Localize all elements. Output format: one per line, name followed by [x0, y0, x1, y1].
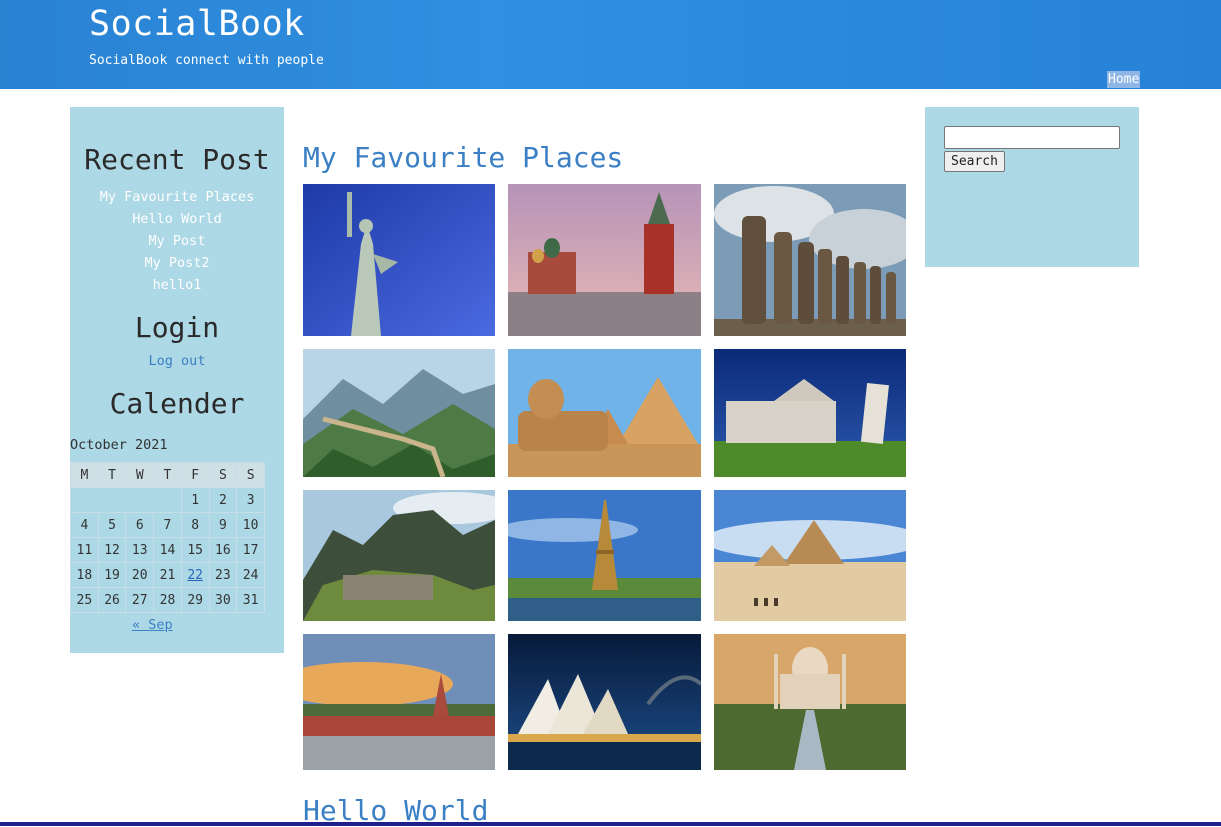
recent-post-link[interactable]: My Post	[70, 230, 284, 252]
site-tagline: SocialBook connect with people	[89, 53, 324, 68]
calendar-day: 7	[153, 512, 182, 538]
recent-post-link[interactable]: My Post2	[70, 252, 284, 274]
weekday-header: S	[208, 462, 238, 488]
great-sphinx-giza-photo[interactable]	[508, 349, 701, 477]
calendar-day: 14	[153, 537, 182, 563]
calendar-day: 31	[236, 587, 265, 613]
recent-post-heading: Recent Post	[84, 143, 270, 176]
calendar-day: 8	[180, 512, 210, 538]
calendar-day: 4	[70, 512, 99, 538]
calendar-day: 19	[97, 562, 127, 588]
statue-of-liberty-photo[interactable]	[303, 184, 495, 336]
weekday-header: T	[153, 462, 182, 488]
recent-post-link[interactable]: My Favourite Places	[70, 186, 284, 208]
bottom-bar	[0, 822, 1221, 826]
calendar-day-link[interactable]: 22	[187, 568, 203, 583]
machu-picchu-photo[interactable]	[303, 490, 495, 621]
calendar-day: 27	[125, 587, 155, 613]
calendar-heading: Calender	[109, 387, 245, 420]
calendar-day: 20	[125, 562, 155, 588]
left-sidebar: Recent Post My Favourite Places Hello Wo…	[70, 107, 284, 653]
calendar-day: 30	[208, 587, 238, 613]
calendar-day: 17	[236, 537, 265, 563]
calendar-day: 3	[236, 487, 265, 513]
calendar-day: 1	[180, 487, 210, 513]
recent-post-link[interactable]: Hello World	[70, 208, 284, 230]
calendar-day: 2	[208, 487, 238, 513]
calendar-day: 24	[236, 562, 265, 588]
eiffel-tower-photo[interactable]	[508, 490, 701, 621]
great-wall-china-photo[interactable]	[303, 349, 495, 477]
easter-island-moai-photo[interactable]	[714, 184, 906, 336]
calendar-day: 13	[125, 537, 155, 563]
calendar-day: 25	[70, 587, 99, 613]
kremlin-riverside-photo[interactable]	[303, 634, 495, 770]
calendar-day: 5	[97, 512, 127, 538]
weekday-header: F	[180, 462, 210, 488]
weekday-header: T	[97, 462, 127, 488]
calendar-day: 10	[236, 512, 265, 538]
calendar-prev-month-link[interactable]: « Sep	[132, 617, 173, 633]
calendar-day: 15	[180, 537, 210, 563]
search-input[interactable]	[944, 126, 1120, 149]
sydney-opera-house-photo[interactable]	[508, 634, 701, 770]
leaning-tower-pisa-photo[interactable]	[714, 349, 906, 477]
right-sidebar: Search	[925, 107, 1139, 267]
calendar-day: 11	[70, 537, 99, 563]
pyramids-desert-photo[interactable]	[714, 490, 906, 621]
calendar-day: 12	[97, 537, 127, 563]
taj-mahal-photo[interactable]	[714, 634, 906, 770]
calendar-day: 9	[208, 512, 238, 538]
calendar-blank-cell	[70, 487, 182, 513]
post-title[interactable]: My Favourite Places	[303, 141, 623, 174]
nav-home-link[interactable]: Home	[1107, 71, 1141, 88]
site-title[interactable]: SocialBook	[89, 4, 305, 44]
weekday-header: S	[236, 462, 265, 488]
weekday-header: M	[70, 462, 99, 488]
calendar-day-link-cell: 22	[180, 562, 210, 588]
calendar-day: 26	[97, 587, 127, 613]
calendar-day: 6	[125, 512, 155, 538]
calendar-day: 28	[153, 587, 182, 613]
calendar-day: 18	[70, 562, 99, 588]
calendar-day: 23	[208, 562, 238, 588]
calendar-table: M T W T F S S 1 2 3 4 5 6 7 8 9 10 11 12…	[70, 462, 265, 613]
weekday-header: W	[125, 462, 155, 488]
login-heading: Login	[134, 311, 220, 344]
site-header: SocialBook SocialBook connect with peopl…	[0, 0, 1221, 89]
recent-post-link[interactable]: hello1	[70, 274, 284, 296]
logout-link[interactable]: Log out	[70, 353, 284, 369]
calendar-caption: October 2021	[70, 437, 168, 453]
calendar-day: 16	[208, 537, 238, 563]
calendar-day: 21	[153, 562, 182, 588]
red-square-moscow-photo[interactable]	[508, 184, 701, 336]
search-button[interactable]: Search	[944, 151, 1005, 172]
calendar-day: 29	[180, 587, 210, 613]
recent-post-list: My Favourite Places Hello World My Post …	[70, 186, 284, 296]
